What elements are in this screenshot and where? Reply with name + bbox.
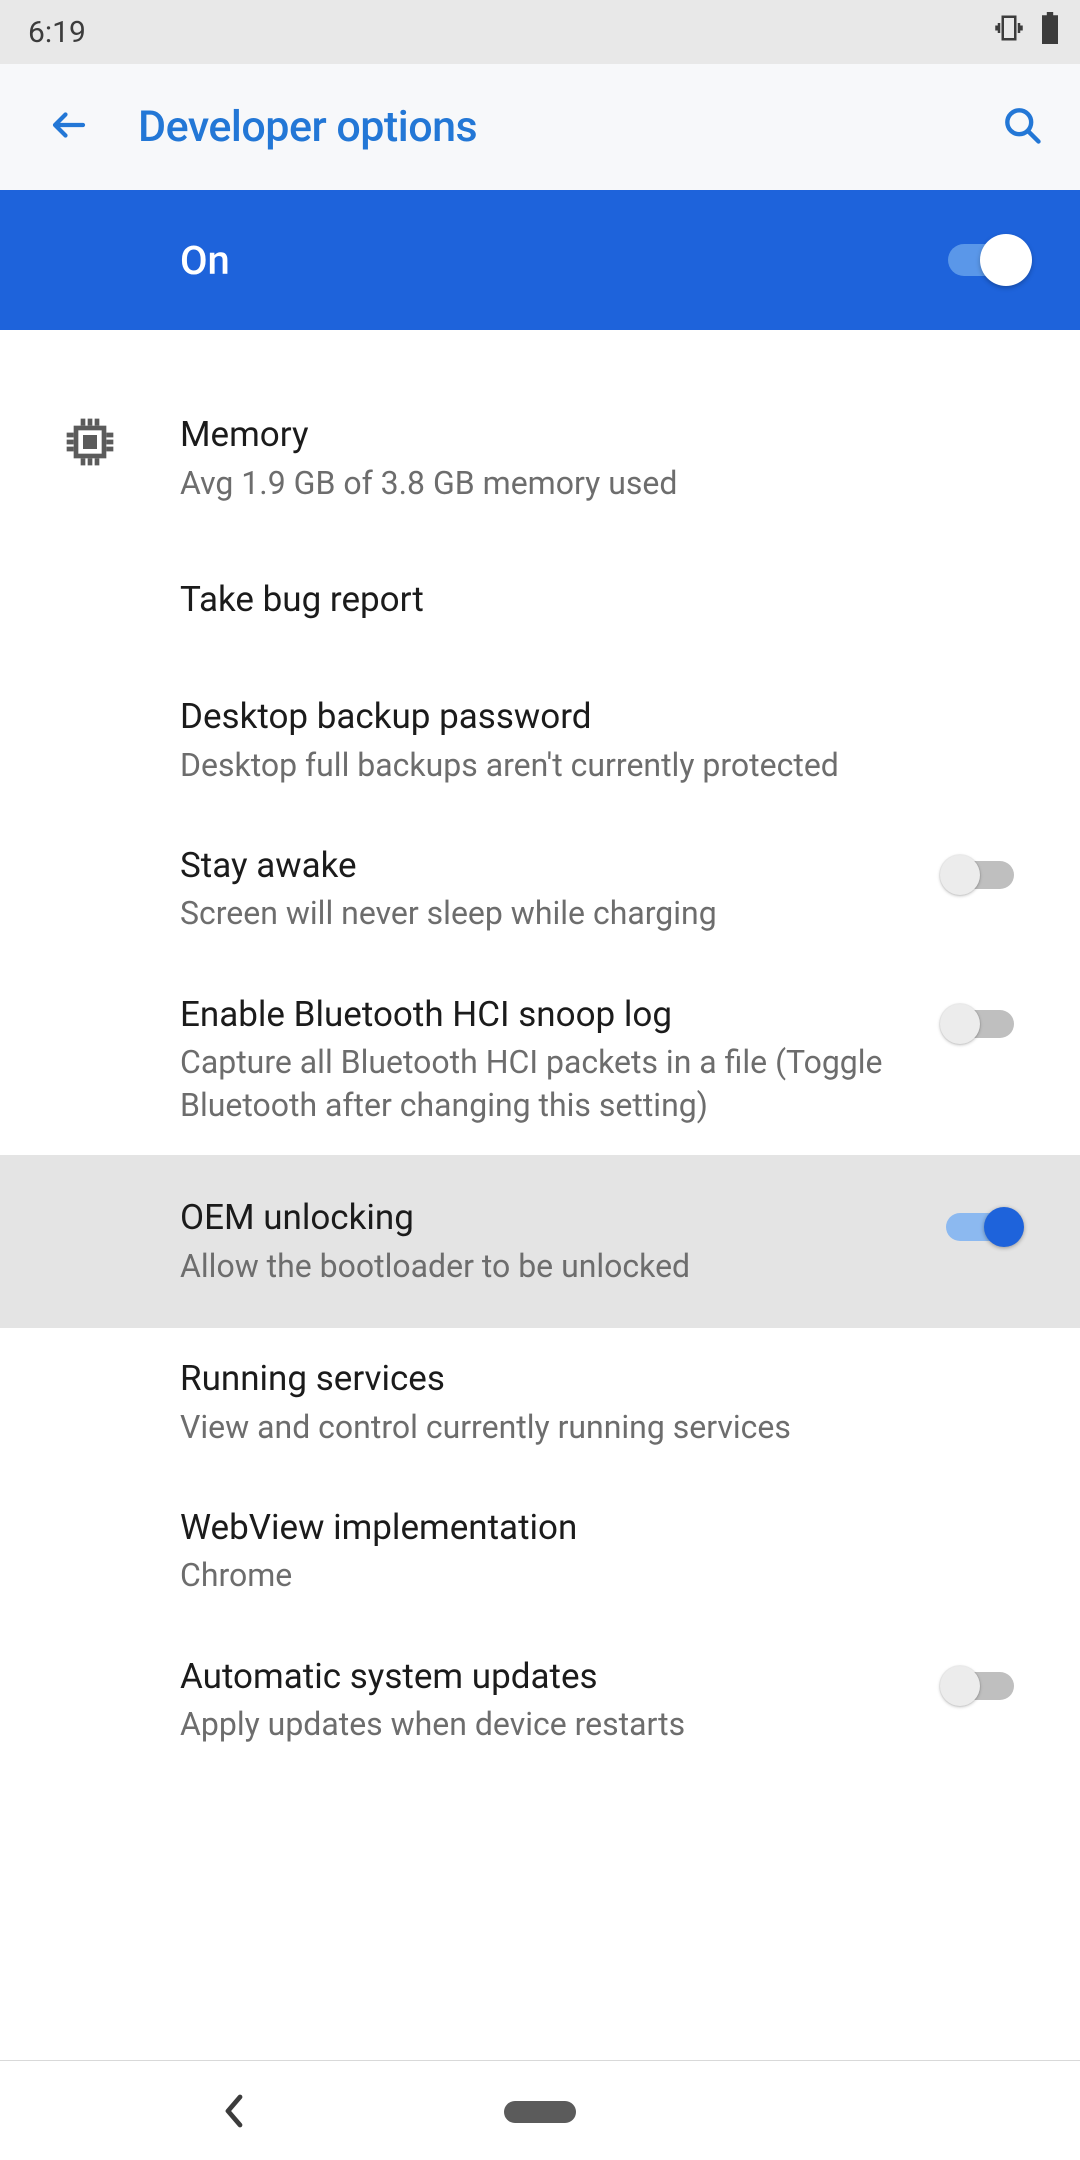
stay-awake-switch[interactable] bbox=[940, 853, 1024, 897]
setting-subtitle: Chrome bbox=[180, 1554, 1008, 1597]
setting-bt-hci[interactable]: Enable Bluetooth HCI snoop log Capture a… bbox=[0, 964, 1080, 1156]
setting-webview[interactable]: WebView implementation Chrome bbox=[0, 1477, 1080, 1626]
status-time: 6:19 bbox=[28, 15, 86, 50]
setting-title: Memory bbox=[180, 412, 1008, 458]
nav-home-pill[interactable] bbox=[504, 2101, 576, 2123]
setting-subtitle: Capture all Bluetooth HCI packets in a f… bbox=[180, 1041, 908, 1127]
search-icon[interactable] bbox=[1000, 103, 1044, 151]
master-toggle-row[interactable]: On bbox=[0, 190, 1080, 330]
status-bar: 6:19 bbox=[0, 0, 1080, 64]
master-toggle-label: On bbox=[180, 237, 948, 284]
setting-title: WebView implementation bbox=[180, 1505, 1008, 1551]
setting-title: Take bug report bbox=[180, 577, 1008, 623]
setting-stay-awake[interactable]: Stay awake Screen will never sleep while… bbox=[0, 815, 1080, 964]
setting-oem-unlocking[interactable]: OEM unlocking Allow the bootloader to be… bbox=[0, 1155, 1080, 1328]
setting-title: Desktop backup password bbox=[180, 694, 1008, 740]
setting-bug-report[interactable]: Take bug report bbox=[0, 533, 1080, 667]
setting-auto-updates[interactable]: Automatic system updates Apply updates w… bbox=[0, 1626, 1080, 1775]
navigation-bar bbox=[0, 2060, 1080, 2160]
setting-title: Running services bbox=[180, 1356, 1008, 1402]
auto-updates-switch[interactable] bbox=[940, 1664, 1024, 1708]
oem-unlock-switch[interactable] bbox=[940, 1205, 1024, 1249]
vibrate-icon bbox=[992, 13, 1026, 51]
setting-title: Enable Bluetooth HCI snoop log bbox=[180, 992, 908, 1038]
setting-memory[interactable]: Memory Avg 1.9 GB of 3.8 GB memory used bbox=[0, 384, 1080, 533]
nav-back-icon[interactable] bbox=[220, 2093, 248, 2133]
setting-title: Stay awake bbox=[180, 843, 908, 889]
back-icon[interactable] bbox=[48, 104, 90, 150]
battery-icon bbox=[1040, 12, 1060, 52]
setting-title: Automatic system updates bbox=[180, 1654, 908, 1700]
setting-title: OEM unlocking bbox=[180, 1195, 908, 1241]
chip-icon bbox=[62, 414, 118, 474]
setting-subtitle: Avg 1.9 GB of 3.8 GB memory used bbox=[180, 462, 1008, 505]
setting-subtitle: Desktop full backups aren't currently pr… bbox=[180, 744, 1008, 787]
app-bar: Developer options bbox=[0, 64, 1080, 190]
setting-subtitle: Allow the bootloader to be unlocked bbox=[180, 1245, 908, 1288]
setting-subtitle: Apply updates when device restarts bbox=[180, 1703, 908, 1746]
page-title: Developer options bbox=[138, 102, 952, 152]
status-icons bbox=[992, 12, 1060, 52]
setting-running-services[interactable]: Running services View and control curren… bbox=[0, 1328, 1080, 1477]
setting-subtitle: View and control currently running servi… bbox=[180, 1406, 1008, 1449]
setting-desktop-backup[interactable]: Desktop backup password Desktop full bac… bbox=[0, 666, 1080, 815]
settings-list: Memory Avg 1.9 GB of 3.8 GB memory used … bbox=[0, 330, 1080, 1774]
setting-subtitle: Screen will never sleep while charging bbox=[180, 892, 908, 935]
bt-hci-switch[interactable] bbox=[940, 1002, 1024, 1046]
master-toggle-switch[interactable] bbox=[948, 234, 1032, 286]
